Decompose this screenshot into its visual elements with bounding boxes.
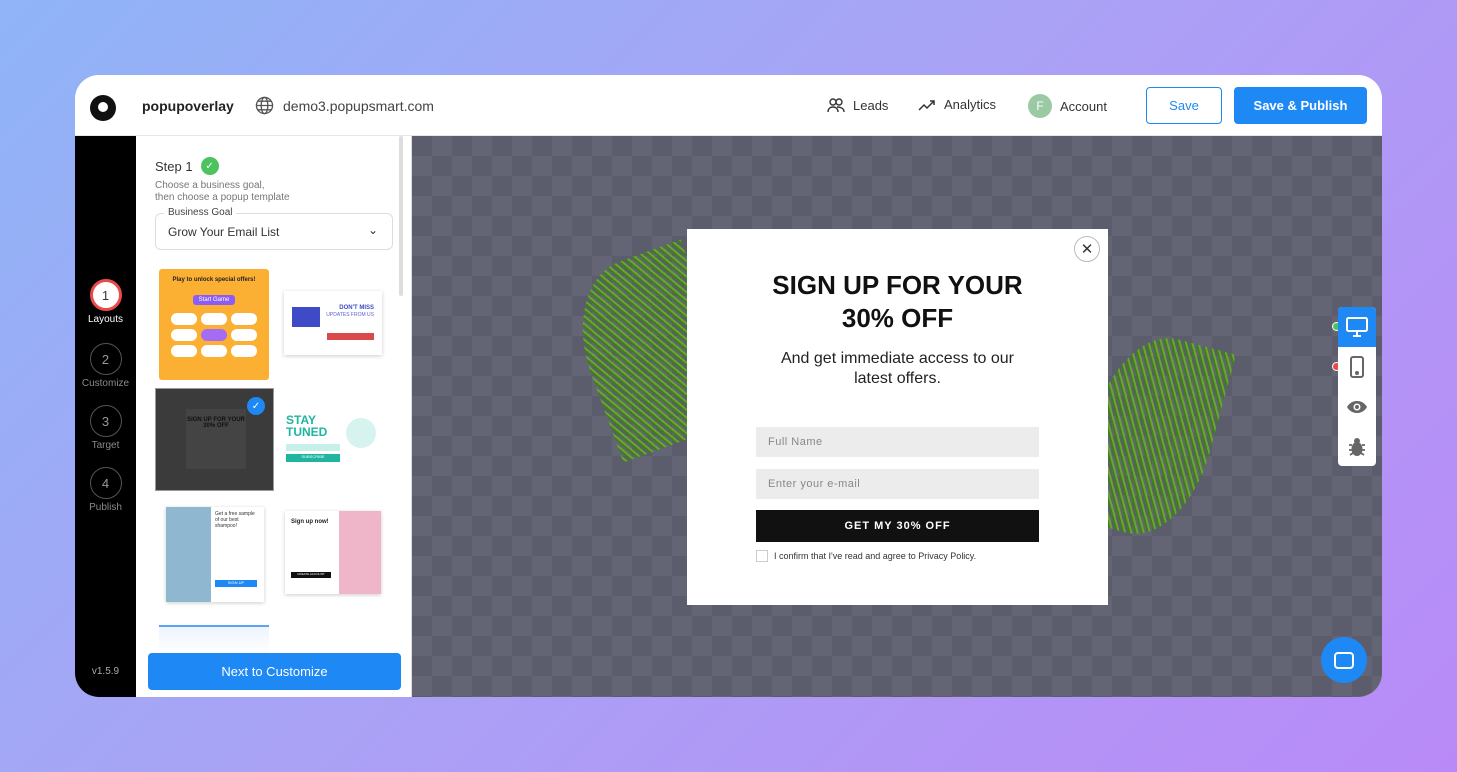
- nav-analytics[interactable]: Analytics: [918, 97, 996, 112]
- template-card-selected[interactable]: SIGN UP FOR YOUR 30% OFF ✓: [155, 388, 274, 491]
- template-card[interactable]: Get a free sample of our best shampoo! S…: [166, 507, 264, 602]
- analytics-icon: [918, 99, 935, 111]
- debug-button[interactable]: [1338, 427, 1376, 466]
- subtitle-line: And get immediate access to our: [780, 350, 1014, 367]
- chat-button[interactable]: [1321, 637, 1367, 683]
- template-cta: Start Game: [193, 295, 235, 305]
- step-description: Choose a business goal, then choose a pop…: [155, 180, 355, 204]
- steps-sidebar: 1 Layouts 2 Customize 3 Target 4 Publish v1.…: [75, 136, 136, 697]
- step-label: Target: [91, 440, 120, 451]
- close-icon[interactable]: ✕: [1074, 236, 1100, 262]
- template-title: STAY TUNED: [286, 413, 328, 439]
- eye-icon: [1347, 401, 1367, 413]
- preview-button[interactable]: [1338, 387, 1376, 427]
- next-to-customize-button[interactable]: Next to Customize: [148, 653, 401, 690]
- layouts-panel: Step 1 ✓ Choose a business goal, then choo…: [136, 136, 412, 697]
- desktop-icon: [1346, 317, 1368, 337]
- save-publish-button[interactable]: Save & Publish: [1234, 87, 1367, 124]
- title-line: 30% OFF: [841, 303, 954, 333]
- step-label: Layouts: [87, 314, 124, 325]
- nav-leads[interactable]: Leads: [827, 97, 888, 113]
- nav-account[interactable]: F Account: [1028, 94, 1107, 118]
- popupsmart-logo[interactable]: [90, 95, 116, 121]
- popup-title: SIGN UP FOR YOUR 30% OFF: [687, 269, 1108, 335]
- step-publish[interactable]: 4 Publish: [75, 467, 136, 513]
- desc-line: Choose a business goal,: [155, 180, 265, 191]
- popup-subtitle: And get immediate access to our latest of…: [687, 349, 1108, 389]
- nav-analytics-label: Analytics: [944, 97, 997, 112]
- globe-icon: [255, 96, 274, 115]
- nav-account-label: Account: [1060, 98, 1107, 114]
- step-target[interactable]: 3 Target: [75, 405, 136, 451]
- template-title: Sign up now!: [291, 519, 329, 525]
- email-input[interactable]: Enter your e-mail: [756, 469, 1039, 499]
- step-title: Step 1: [155, 158, 193, 174]
- template-subtitle: UPDATES FROM US: [326, 312, 374, 318]
- template-cta: CREATE ACCOUNT: [291, 572, 331, 578]
- chevron-down-icon: ⌄: [367, 223, 378, 237]
- template-card[interactable]: STAY TUNED SUBSCRIBE: [284, 404, 386, 474]
- get-offer-button[interactable]: GET MY 30% OFF: [756, 510, 1039, 542]
- website-selector[interactable]: demo3.popupsmart.com: [255, 96, 434, 115]
- header: popupoverlay demo3.popupsmart.com Leads …: [75, 75, 1382, 136]
- selected-check-icon: ✓: [247, 397, 265, 415]
- version-label: v1.5.9: [91, 666, 120, 677]
- step-number: 2: [89, 343, 122, 375]
- template-cta: SUBSCRIBE: [286, 454, 340, 462]
- template-title: DON'T MISS: [339, 305, 374, 311]
- template-title: SIGN UP FOR YOUR 30% OFF: [186, 409, 246, 469]
- step-number: 1: [89, 279, 122, 311]
- bug-icon: [1349, 438, 1365, 456]
- step-number: 4: [89, 467, 122, 499]
- workspace-name[interactable]: popupoverlay: [142, 98, 234, 114]
- app-window: popupoverlay demo3.popupsmart.com Leads …: [75, 75, 1382, 697]
- step-number: 3: [89, 405, 122, 437]
- business-goal-select[interactable]: Business Goal Grow Your Email List ⌄: [155, 207, 393, 250]
- save-button[interactable]: Save: [1146, 87, 1222, 124]
- panel-scrollbar[interactable]: [399, 136, 403, 296]
- title-line: SIGN UP FOR YOUR: [772, 270, 1023, 300]
- step-layouts[interactable]: 1 Layouts: [75, 279, 136, 325]
- mobile-view-button[interactable]: [1338, 347, 1376, 387]
- step-customize[interactable]: 2 Customize: [75, 343, 136, 389]
- consent-row: I confirm that I've read and agree to Pr…: [756, 550, 976, 562]
- subtitle-line: latest offers.: [854, 370, 941, 387]
- desc-line: then choose a popup template: [155, 192, 290, 203]
- template-title: Get a free sample of our best shampoo!: [215, 511, 255, 529]
- consent-text: I confirm that I've read and agree to Pr…: [774, 551, 977, 561]
- template-title: Play to unlock special offers!: [172, 277, 256, 283]
- template-cta: SIGN UP: [215, 580, 257, 587]
- step-label: Customize: [81, 378, 130, 389]
- full-name-input[interactable]: Full Name: [756, 427, 1039, 457]
- mobile-icon: [1350, 356, 1364, 378]
- check-icon: ✓: [200, 157, 219, 175]
- step-heading: Step 1 ✓: [155, 157, 219, 175]
- template-card[interactable]: DON'T MISS UPDATES FROM US: [284, 291, 382, 355]
- avatar: F: [1028, 94, 1052, 118]
- step-label: Publish: [89, 502, 122, 513]
- desktop-view-button[interactable]: [1338, 307, 1376, 347]
- select-value: Grow Your Email List: [168, 225, 280, 239]
- preview-canvas: ✕ SIGN UP FOR YOUR 30% OFF And get immedi…: [412, 136, 1382, 697]
- popup-preview[interactable]: ✕ SIGN UP FOR YOUR 30% OFF And get immedi…: [687, 229, 1108, 605]
- leads-icon: [827, 98, 845, 113]
- consent-checkbox[interactable]: [756, 550, 768, 562]
- device-toolbar: [1338, 307, 1376, 466]
- chat-icon: [1334, 651, 1354, 669]
- template-card[interactable]: Sign up now! CREATE ACCOUNT: [285, 511, 381, 594]
- website-url: demo3.popupsmart.com: [283, 97, 434, 114]
- template-card[interactable]: Play to unlock special offers! Start Gam…: [159, 269, 269, 380]
- select-label: Business Goal: [164, 207, 237, 218]
- nav-leads-label: Leads: [853, 97, 889, 113]
